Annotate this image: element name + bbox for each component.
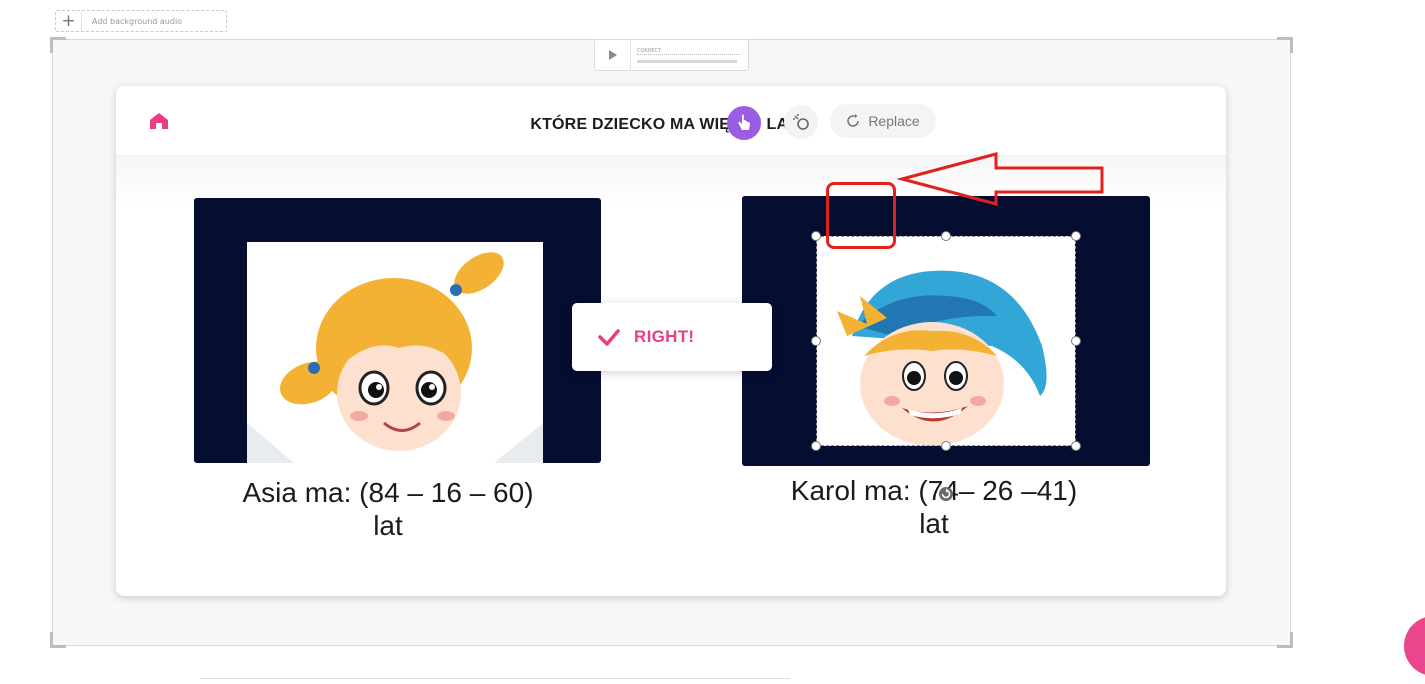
audio-progress-bar[interactable] [637, 59, 737, 63]
asia-caption: Asia ma: (84 – 16 – 60) lat [188, 476, 588, 542]
resize-handle[interactable] [811, 441, 821, 451]
image-selection-box[interactable] [811, 231, 1081, 451]
replace-image-button[interactable]: Replace [830, 104, 936, 138]
plus-icon: + [56, 11, 82, 31]
resize-handle[interactable] [1071, 336, 1081, 346]
frame-corner [50, 632, 66, 648]
magic-wand-icon [793, 114, 809, 130]
frame-corner [1277, 632, 1293, 648]
check-icon [598, 329, 620, 346]
asia-caption-line: Asia ma: (84 – 16 – 60) [242, 477, 534, 508]
resize-handle[interactable] [1071, 441, 1081, 451]
resize-handle[interactable] [1071, 231, 1081, 241]
feedback-toast: RIGHT! [572, 303, 772, 371]
editor-stage: + Add background audio CORRECT KTÓRE DZI… [0, 0, 1425, 684]
asia-caption-unit: lat [373, 510, 403, 541]
karol-caption-line: Karol ma: (74– 26 –41) [790, 475, 1078, 506]
feedback-text: RIGHT! [634, 327, 695, 346]
play-icon [608, 50, 617, 60]
girl-illustration [194, 198, 543, 463]
page-title: KTÓRE DZIECKO MA WIĘCEJ LAT ? [530, 116, 812, 133]
frame-corner [1277, 37, 1293, 53]
add-background-audio-button[interactable]: + Add background audio [55, 10, 227, 32]
animation-button[interactable] [784, 105, 818, 139]
annotation-arrow [896, 152, 1104, 206]
audio-player[interactable]: CORRECT [594, 39, 749, 71]
rotate-icon[interactable] [938, 486, 954, 502]
help-fab-button[interactable] [1404, 616, 1425, 676]
frame-corner [50, 37, 66, 53]
card-header: KTÓRE DZIECKO MA WIĘCEJ LAT ? [116, 86, 1226, 156]
karol-caption: Karol ma: (74– 26 –41) lat [734, 474, 1134, 540]
touch-interaction-button[interactable] [727, 106, 761, 140]
play-button[interactable] [595, 40, 631, 70]
image-asia[interactable] [194, 198, 601, 463]
hand-pointer-icon [738, 114, 750, 130]
audio-track-name: CORRECT [637, 48, 741, 55]
resize-handle[interactable] [941, 441, 951, 451]
resize-handle[interactable] [811, 336, 821, 346]
replace-label: Replace [868, 113, 920, 129]
annotation-highlight-box [826, 182, 896, 249]
karol-caption-unit: lat [919, 508, 949, 539]
add-audio-label: Add background audio [92, 16, 183, 26]
resize-handle[interactable] [811, 231, 821, 241]
bottom-toolbar [200, 678, 790, 684]
refresh-icon [847, 114, 860, 127]
resize-handle[interactable] [941, 231, 951, 241]
